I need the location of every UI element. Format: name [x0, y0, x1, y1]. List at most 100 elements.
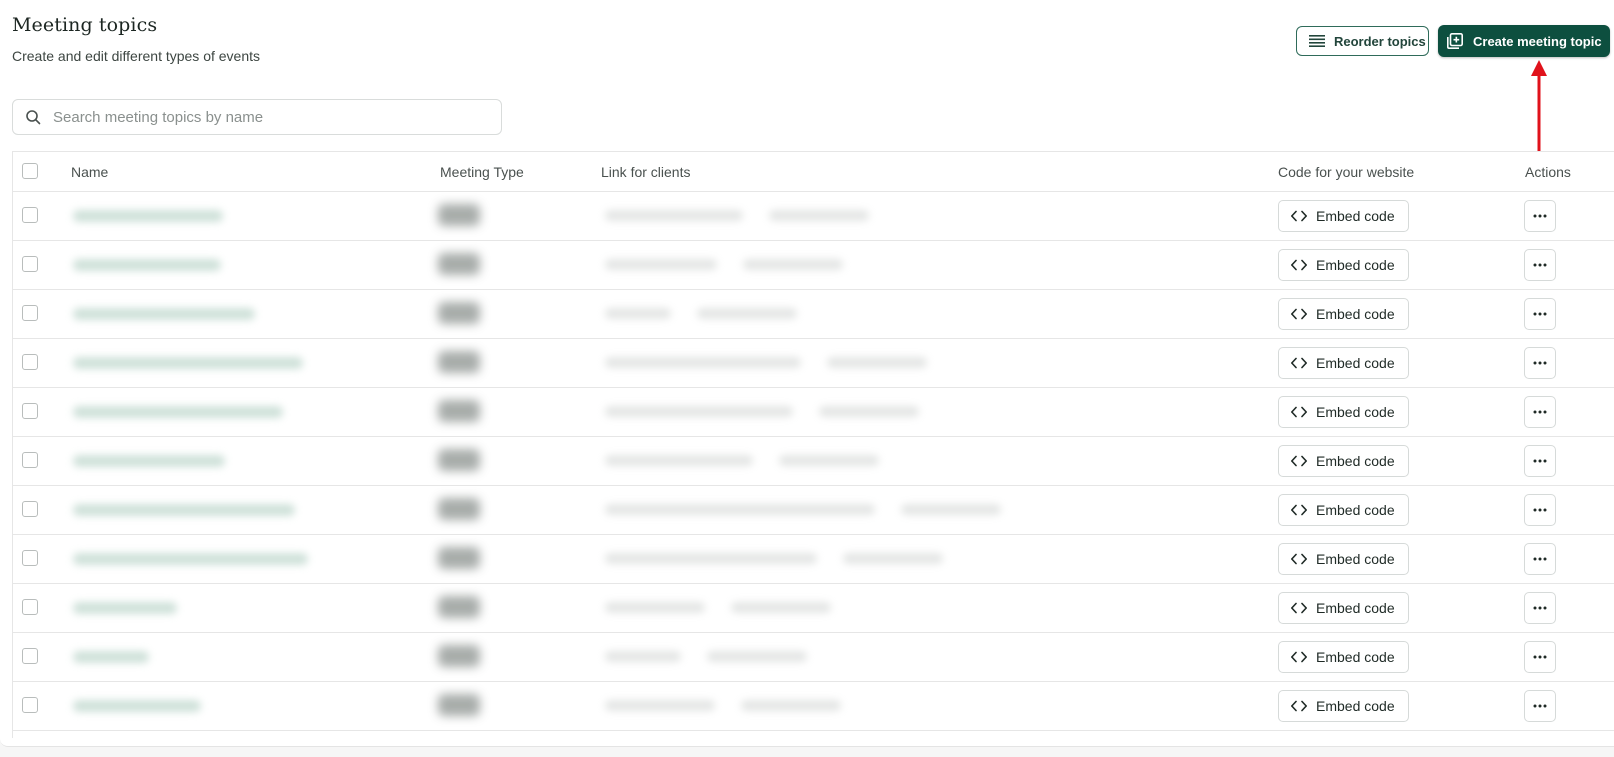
topic-name-redacted[interactable]: [73, 406, 283, 418]
column-header-code: Code for your website: [1278, 164, 1415, 180]
client-link-redacted[interactable]: [605, 406, 793, 417]
row-checkbox[interactable]: [22, 403, 38, 419]
annotation-arrow-icon: [1531, 60, 1547, 152]
meeting-type-redacted: [438, 645, 480, 667]
embed-code-button[interactable]: Embed code: [1278, 396, 1409, 428]
meeting-type-redacted: [438, 204, 480, 226]
embed-code-label: Embed code: [1316, 257, 1395, 273]
table-header: Name Meeting Type Link for clients Code …: [13, 152, 1614, 192]
embed-code-button[interactable]: Embed code: [1278, 347, 1409, 379]
code-brackets-icon: [1291, 259, 1307, 271]
code-brackets-icon: [1291, 455, 1307, 467]
row-checkbox[interactable]: [22, 550, 38, 566]
embed-code-button[interactable]: Embed code: [1278, 690, 1409, 722]
code-brackets-icon: [1291, 651, 1307, 663]
topic-name-redacted[interactable]: [73, 602, 177, 614]
client-link-redacted[interactable]: [605, 357, 801, 368]
row-checkbox[interactable]: [22, 501, 38, 517]
row-checkbox[interactable]: [22, 452, 38, 468]
embed-code-label: Embed code: [1316, 208, 1395, 224]
embed-code-label: Embed code: [1316, 404, 1395, 420]
copy-link-redacted[interactable]: [901, 504, 1001, 515]
topic-name-redacted[interactable]: [73, 553, 308, 565]
table-row: Embed code: [13, 486, 1614, 535]
page-title: Meeting topics: [12, 14, 158, 36]
code-brackets-icon: [1291, 504, 1307, 516]
table-row: Embed code: [13, 339, 1614, 388]
copy-link-redacted[interactable]: [819, 406, 919, 417]
ellipsis-icon: [1533, 655, 1547, 659]
reorder-topics-label: Reorder topics: [1334, 33, 1426, 49]
client-link-redacted[interactable]: [605, 553, 817, 564]
copy-link-redacted[interactable]: [827, 357, 927, 368]
topic-name-redacted[interactable]: [73, 308, 255, 320]
topic-name-redacted[interactable]: [73, 357, 303, 369]
topic-name-redacted[interactable]: [73, 651, 149, 663]
topic-name-redacted[interactable]: [73, 700, 201, 712]
topic-name-redacted[interactable]: [73, 455, 225, 467]
code-brackets-icon: [1291, 602, 1307, 614]
row-actions-button[interactable]: [1524, 592, 1556, 624]
code-brackets-icon: [1291, 700, 1307, 712]
embed-code-button[interactable]: Embed code: [1278, 494, 1409, 526]
row-checkbox[interactable]: [22, 648, 38, 664]
client-link-redacted[interactable]: [605, 308, 671, 319]
row-actions-button[interactable]: [1524, 200, 1556, 232]
embed-code-button[interactable]: Embed code: [1278, 592, 1409, 624]
embed-code-button[interactable]: Embed code: [1278, 200, 1409, 232]
reorder-topics-button[interactable]: Reorder topics: [1296, 26, 1429, 56]
row-checkbox[interactable]: [22, 354, 38, 370]
client-link-redacted[interactable]: [605, 651, 681, 662]
row-actions-button[interactable]: [1524, 494, 1556, 526]
embed-code-button[interactable]: Embed code: [1278, 543, 1409, 575]
row-checkbox[interactable]: [22, 207, 38, 223]
topic-name-redacted[interactable]: [73, 259, 221, 271]
client-link-redacted[interactable]: [605, 504, 875, 515]
client-link-redacted[interactable]: [605, 259, 717, 270]
copy-link-redacted[interactable]: [779, 455, 879, 466]
ellipsis-icon: [1533, 606, 1547, 610]
meeting-type-redacted: [438, 351, 480, 373]
copy-link-redacted[interactable]: [743, 259, 843, 270]
copy-link-redacted[interactable]: [697, 308, 797, 319]
ellipsis-icon: [1533, 361, 1547, 365]
embed-code-button[interactable]: Embed code: [1278, 298, 1409, 330]
client-link-redacted[interactable]: [605, 210, 743, 221]
embed-code-button[interactable]: Embed code: [1278, 641, 1409, 673]
topic-name-redacted[interactable]: [73, 504, 295, 516]
row-actions-button[interactable]: [1524, 249, 1556, 281]
copy-link-redacted[interactable]: [769, 210, 869, 221]
row-actions-button[interactable]: [1524, 690, 1556, 722]
copy-link-redacted[interactable]: [843, 553, 943, 564]
meeting-type-redacted: [438, 498, 480, 520]
table-row: Embed code: [13, 584, 1614, 633]
embed-code-label: Embed code: [1316, 698, 1395, 714]
row-checkbox[interactable]: [22, 256, 38, 272]
row-actions-button[interactable]: [1524, 396, 1556, 428]
client-link-redacted[interactable]: [605, 700, 715, 711]
embed-code-button[interactable]: Embed code: [1278, 445, 1409, 477]
client-link-redacted[interactable]: [605, 455, 753, 466]
row-checkbox[interactable]: [22, 697, 38, 713]
table-row: Embed code: [13, 535, 1614, 584]
row-checkbox[interactable]: [22, 305, 38, 321]
row-actions-button[interactable]: [1524, 543, 1556, 575]
row-actions-button[interactable]: [1524, 641, 1556, 673]
row-checkbox[interactable]: [22, 599, 38, 615]
code-brackets-icon: [1291, 210, 1307, 222]
row-actions-button[interactable]: [1524, 445, 1556, 477]
client-link-redacted[interactable]: [605, 602, 705, 613]
topic-name-redacted[interactable]: [73, 210, 223, 222]
ellipsis-icon: [1533, 263, 1547, 267]
select-all-checkbox[interactable]: [22, 163, 38, 179]
copy-link-redacted[interactable]: [707, 651, 807, 662]
copy-link-redacted[interactable]: [741, 700, 841, 711]
meeting-type-redacted: [438, 302, 480, 324]
search-input[interactable]: [53, 106, 483, 128]
embed-code-button[interactable]: Embed code: [1278, 249, 1409, 281]
copy-link-redacted[interactable]: [731, 602, 831, 613]
row-actions-button[interactable]: [1524, 298, 1556, 330]
row-actions-button[interactable]: [1524, 347, 1556, 379]
search-box[interactable]: [12, 99, 502, 135]
create-meeting-topic-button[interactable]: Create meeting topic: [1438, 25, 1610, 57]
